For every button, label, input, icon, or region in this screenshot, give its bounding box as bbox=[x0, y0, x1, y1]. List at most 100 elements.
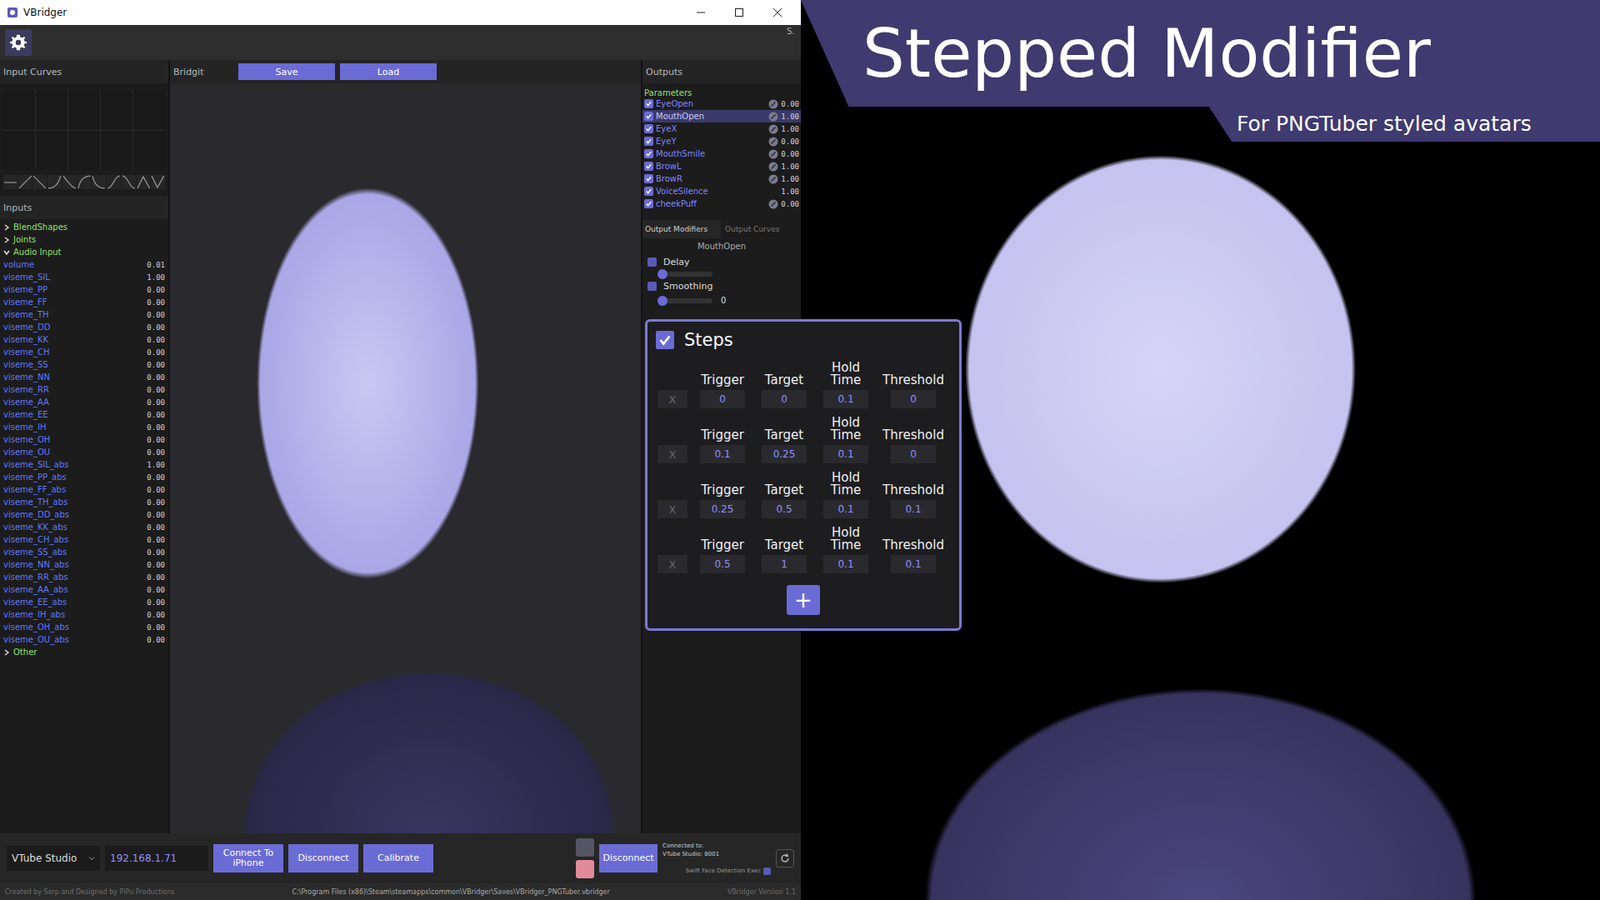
steps-checkbox[interactable] bbox=[655, 330, 675, 350]
link-slot[interactable] bbox=[768, 199, 779, 210]
delete-step-button[interactable]: X bbox=[657, 500, 688, 519]
step-input[interactable]: 0.1 bbox=[823, 555, 869, 574]
step-input[interactable]: 0 bbox=[700, 390, 745, 409]
delete-step-button[interactable]: X bbox=[657, 555, 688, 574]
input-item[interactable]: viseme_NN0.00 bbox=[3, 370, 165, 384]
input-item[interactable]: viseme_SIL1.00 bbox=[3, 270, 165, 284]
input-group[interactable]: Joints bbox=[3, 233, 165, 246]
delay-slider[interactable] bbox=[662, 271, 713, 277]
input-item[interactable]: viseme_SS0.00 bbox=[3, 358, 165, 371]
curve-preset-icon[interactable] bbox=[106, 175, 121, 190]
curve-preset-icon[interactable] bbox=[18, 175, 33, 190]
connection-button[interactable]: Disconnect bbox=[288, 844, 359, 873]
input-item[interactable]: viseme_KK_abs0.00 bbox=[3, 520, 165, 534]
link-slot[interactable] bbox=[768, 186, 779, 197]
parameter-checkbox[interactable] bbox=[644, 199, 654, 209]
input-item[interactable]: viseme_KK0.00 bbox=[3, 333, 165, 346]
modifier-tab[interactable]: Output Curves bbox=[722, 220, 801, 239]
step-input[interactable]: 0.1 bbox=[700, 445, 745, 464]
curve-preset-icon[interactable] bbox=[91, 175, 106, 190]
input-item[interactable]: viseme_OU_abs0.00 bbox=[3, 633, 165, 646]
parameter-row[interactable]: EyeX1.00 bbox=[642, 122, 801, 135]
input-item[interactable]: viseme_EE_abs0.00 bbox=[3, 595, 165, 609]
curve-cell[interactable] bbox=[100, 130, 133, 171]
input-item[interactable]: viseme_IH0.00 bbox=[3, 420, 165, 434]
curve-preset-icon[interactable] bbox=[77, 175, 92, 190]
delay-row[interactable]: Delay bbox=[642, 254, 801, 270]
curve-cell[interactable] bbox=[133, 90, 165, 130]
input-item[interactable]: viseme_NN_abs0.00 bbox=[3, 558, 165, 571]
refresh-button[interactable] bbox=[775, 849, 795, 868]
curve-preset-icon[interactable] bbox=[136, 175, 151, 190]
step-input[interactable]: 0 bbox=[890, 390, 936, 409]
parameter-row[interactable]: VoiceSilence1.00 bbox=[642, 185, 801, 198]
step-input[interactable]: 0.1 bbox=[890, 555, 936, 574]
step-input[interactable]: 0.1 bbox=[823, 500, 869, 519]
step-input[interactable]: 0.25 bbox=[700, 500, 745, 519]
save-button[interactable]: Save bbox=[238, 63, 335, 80]
curve-cell[interactable] bbox=[35, 90, 68, 130]
delay-checkbox[interactable] bbox=[647, 257, 657, 267]
connection-button[interactable]: Connect To iPhone bbox=[213, 844, 284, 873]
link-slot[interactable] bbox=[768, 136, 779, 147]
smoothing-slider[interactable] bbox=[662, 298, 713, 304]
input-item[interactable]: viseme_AA_abs0.00 bbox=[3, 583, 165, 596]
curve-cell[interactable] bbox=[68, 130, 100, 171]
input-item[interactable]: viseme_AA0.00 bbox=[3, 395, 165, 409]
input-item[interactable]: viseme_SS_abs0.00 bbox=[3, 545, 165, 559]
modifier-tab[interactable]: Output Modifiers bbox=[642, 220, 721, 239]
smoothing-row[interactable]: Smoothing bbox=[642, 278, 801, 295]
curve-cell[interactable] bbox=[35, 130, 68, 171]
link-slot[interactable] bbox=[768, 174, 779, 185]
parameter-checkbox[interactable] bbox=[644, 111, 654, 121]
maximize-button[interactable] bbox=[722, 0, 756, 25]
parameter-checkbox[interactable] bbox=[644, 136, 654, 146]
curve-preset-icon[interactable] bbox=[32, 175, 47, 190]
step-input[interactable]: 0.5 bbox=[700, 555, 745, 574]
input-item[interactable]: viseme_DD_abs0.00 bbox=[3, 508, 165, 521]
input-group[interactable]: Other bbox=[3, 645, 165, 659]
link-slot[interactable] bbox=[768, 149, 779, 160]
curve-cell[interactable] bbox=[3, 90, 35, 130]
minimize-button[interactable] bbox=[684, 0, 718, 25]
slider-knob[interactable] bbox=[657, 269, 668, 280]
step-input[interactable]: 0.1 bbox=[823, 445, 869, 464]
input-item[interactable]: viseme_EE0.00 bbox=[3, 408, 165, 421]
input-item[interactable]: viseme_OU0.00 bbox=[3, 445, 165, 459]
settings-button[interactable] bbox=[5, 29, 32, 56]
parameter-row[interactable]: BrowL1.00 bbox=[642, 160, 801, 173]
curve-cell[interactable] bbox=[133, 130, 165, 171]
curve-cell[interactable] bbox=[68, 90, 100, 130]
parameter-row[interactable]: EyeOpen0.00 bbox=[642, 97, 801, 110]
face-detection-checkbox[interactable] bbox=[763, 867, 771, 875]
curve-preset-icon[interactable] bbox=[3, 175, 18, 190]
input-item[interactable]: viseme_RR_abs0.00 bbox=[3, 570, 165, 584]
input-item[interactable]: viseme_PP_abs0.00 bbox=[3, 470, 165, 484]
delete-step-button[interactable]: X bbox=[657, 445, 688, 464]
step-input[interactable]: 0.1 bbox=[823, 390, 869, 409]
input-item[interactable]: viseme_CH_abs0.00 bbox=[3, 533, 165, 546]
parameter-checkbox[interactable] bbox=[644, 124, 654, 134]
curve-grid[interactable] bbox=[3, 90, 165, 170]
input-group[interactable]: BlendShapes bbox=[3, 220, 165, 234]
load-button[interactable]: Load bbox=[340, 63, 437, 80]
input-item[interactable]: viseme_TH0.00 bbox=[3, 308, 165, 321]
connection-button[interactable]: Calibrate bbox=[363, 844, 434, 873]
curve-preset-icon[interactable] bbox=[150, 175, 165, 190]
step-input[interactable]: 0.25 bbox=[761, 445, 807, 464]
parameter-row[interactable]: MouthSmile0.00 bbox=[642, 147, 801, 160]
step-input[interactable]: 1 bbox=[761, 555, 807, 574]
step-input[interactable]: 0 bbox=[761, 390, 807, 409]
parameter-checkbox[interactable] bbox=[644, 99, 654, 109]
parameter-row[interactable]: MouthOpen1.00 bbox=[642, 110, 801, 123]
parameter-row[interactable]: BrowR1.00 bbox=[642, 172, 801, 185]
link-slot[interactable] bbox=[768, 99, 779, 110]
curve-preset-icon[interactable] bbox=[47, 175, 62, 190]
input-group[interactable]: Audio Input bbox=[3, 245, 165, 259]
link-slot[interactable] bbox=[768, 161, 779, 172]
input-item[interactable]: viseme_OH0.00 bbox=[3, 433, 165, 446]
parameter-row[interactable]: EyeY0.00 bbox=[642, 135, 801, 148]
ip-field[interactable]: 192.168.1.71 bbox=[105, 845, 209, 871]
input-item[interactable]: viseme_OH_abs0.00 bbox=[3, 620, 165, 634]
input-item[interactable]: viseme_FF0.00 bbox=[3, 295, 165, 309]
